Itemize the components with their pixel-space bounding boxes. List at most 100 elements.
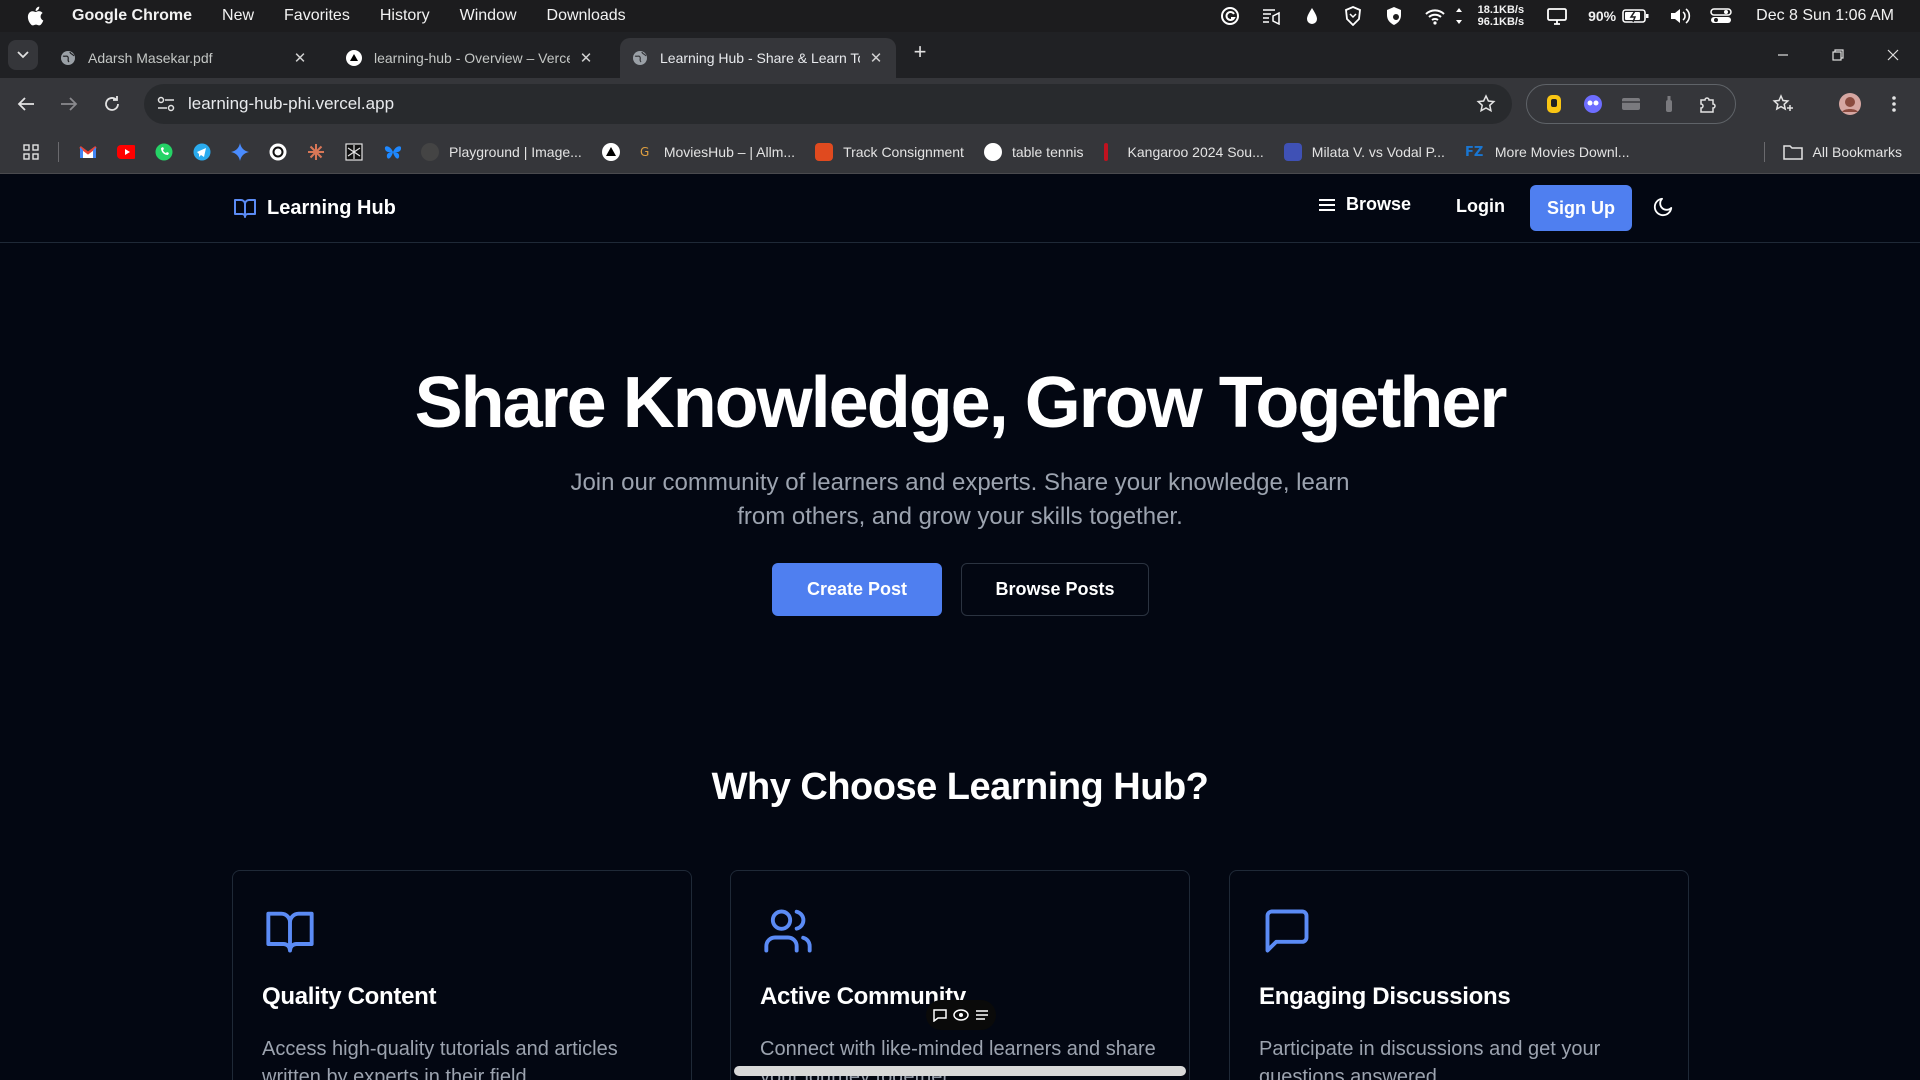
comment-icon[interactable] — [932, 1008, 948, 1022]
tab-learning-hub[interactable]: Learning Hub - Share & Learn Together ✕ — [620, 38, 896, 78]
tab-vercel[interactable]: learning-hub - Overview – Vercel ✕ — [334, 38, 606, 78]
all-bookmarks[interactable]: All Bookmarks — [1763, 130, 1902, 174]
menu-favorites[interactable]: Favorites — [284, 7, 350, 25]
menu-history[interactable]: History — [380, 7, 430, 25]
svg-text:FZ: FZ — [1465, 145, 1483, 159]
bookmark-label: Milata V. vs Vodal P... — [1311, 143, 1445, 160]
control-center-icon[interactable] — [1710, 6, 1732, 26]
close-icon[interactable]: ✕ — [868, 50, 884, 67]
reading-list-icon[interactable] — [1771, 92, 1795, 116]
bookmark-more-movies[interactable]: FZ More Movies Downl... — [1465, 143, 1630, 161]
bookmark-kangaroo[interactable]: Kangaroo 2024 Sou... — [1103, 142, 1264, 161]
bookmark-star-icon[interactable] — [1476, 94, 1496, 114]
create-post-button[interactable]: Create Post — [772, 563, 942, 616]
close-icon[interactable]: ✕ — [578, 50, 594, 67]
eye-icon[interactable] — [953, 1008, 969, 1022]
updown-arrows-icon — [1454, 6, 1464, 26]
floating-toolbar[interactable] — [926, 1000, 996, 1030]
butterfly-icon[interactable] — [383, 143, 401, 161]
brave-icon[interactable] — [1342, 6, 1364, 26]
puzzle-icon[interactable] — [1697, 93, 1719, 115]
movieshub-icon: G — [640, 143, 650, 161]
restore-button[interactable] — [1815, 32, 1861, 78]
list-icon[interactable] — [974, 1008, 990, 1022]
apple-icon[interactable] — [26, 6, 48, 26]
avatar[interactable] — [1838, 92, 1862, 116]
telegram-icon[interactable] — [193, 143, 211, 161]
track-consignment-icon — [815, 142, 834, 161]
menu-app-name[interactable]: Google Chrome — [72, 7, 192, 25]
card-extension-icon[interactable] — [1620, 93, 1642, 115]
hero-title: Share Knowledge, Grow Together — [414, 363, 1508, 443]
milata-icon — [1283, 142, 1302, 161]
close-icon[interactable]: ✕ — [292, 50, 308, 67]
browse-posts-button[interactable]: Browse Posts — [961, 563, 1149, 616]
bookmark-milata[interactable]: Milata V. vs Vodal P... — [1283, 142, 1445, 161]
macos-menubar: Google Chrome New Favorites History Wind… — [0, 0, 1920, 32]
svg-text:G: G — [640, 145, 649, 159]
site-info-icon[interactable] — [156, 96, 176, 112]
kebab-menu-icon[interactable] — [1882, 92, 1906, 116]
claude-icon[interactable] — [307, 143, 325, 161]
cast-icon[interactable] — [1260, 6, 1282, 26]
tab-title: Learning Hub - Share & Learn Together — [660, 50, 860, 66]
wifi-icon[interactable] — [1424, 6, 1446, 26]
menu-downloads[interactable]: Downloads — [547, 7, 626, 25]
perplexity-icon[interactable] — [345, 142, 363, 161]
bookmark-label: Track Consignment — [843, 143, 964, 160]
bookmark-table-tennis[interactable]: table tennis — [983, 142, 1084, 161]
brand-logo[interactable]: Learning Hub — [232, 196, 396, 220]
browse-menu-button[interactable]: Browse — [1318, 194, 1411, 215]
clock[interactable]: Dec 8 Sun 1:06 AM — [1756, 7, 1894, 25]
gemini-icon[interactable] — [231, 142, 249, 161]
menu-window[interactable]: Window — [460, 7, 517, 25]
bookmark-movieshub[interactable]: G MoviesHub – | Allm... — [640, 143, 795, 161]
kangaroo-icon — [1103, 142, 1108, 161]
mask-extension-icon[interactable] — [1582, 93, 1604, 115]
forward-button[interactable] — [57, 92, 81, 116]
feature-description: Participate in discussions and get your … — [1259, 1038, 1601, 1080]
message-square-icon — [1259, 905, 1315, 957]
signup-button[interactable]: Sign Up — [1530, 185, 1632, 231]
tab-pdf[interactable]: Adarsh Masekar.pdf ✕ — [48, 38, 320, 78]
battery-charging-icon[interactable] — [1622, 6, 1650, 26]
new-tab-button[interactable]: + — [910, 41, 930, 63]
horizontal-scrollbar[interactable] — [734, 1066, 1186, 1076]
battery-percent: 90% — [1588, 8, 1617, 24]
bookmark-vercel[interactable] — [601, 142, 620, 161]
menu-new[interactable]: New — [222, 7, 254, 25]
net-up: 18.1KB/s — [1477, 4, 1525, 16]
bottle-extension-icon[interactable] — [1658, 93, 1680, 115]
volume-icon[interactable] — [1669, 6, 1691, 26]
display-icon[interactable] — [1546, 6, 1568, 26]
bookmark-label: Kangaroo 2024 Sou... — [1127, 143, 1264, 160]
reload-button[interactable] — [100, 92, 124, 116]
tab-search-button[interactable] — [8, 40, 38, 70]
minimize-button[interactable] — [1760, 32, 1806, 78]
tab-title: learning-hub - Overview – Vercel — [374, 50, 570, 66]
bookmark-playground[interactable]: Playground | Image... — [421, 142, 582, 161]
fz-icon: FZ — [1465, 143, 1485, 161]
whatsapp-icon[interactable] — [155, 143, 173, 161]
shield-icon[interactable] — [1383, 6, 1405, 26]
bookmark-track-consignment[interactable]: Track Consignment — [815, 142, 964, 161]
grammarly-icon[interactable] — [1219, 6, 1241, 26]
site-header: Learning Hub Browse Login Sign Up — [0, 174, 1920, 243]
chatgpt-icon[interactable] — [269, 143, 287, 161]
apps-grid-icon[interactable] — [22, 143, 40, 161]
moon-icon[interactable] — [1652, 196, 1674, 218]
all-bookmarks-label: All Bookmarks — [1812, 144, 1902, 160]
browse-label: Browse — [1346, 194, 1412, 214]
youtube-icon[interactable] — [117, 143, 135, 161]
login-link[interactable]: Login — [1456, 196, 1505, 217]
bookmark-separator — [1763, 142, 1765, 162]
close-window-button[interactable] — [1870, 32, 1916, 78]
address-bar[interactable]: learning-hub-phi.vercel.app — [144, 84, 1512, 124]
back-button[interactable] — [14, 92, 38, 116]
yellow-extension-icon[interactable] — [1543, 93, 1565, 115]
drop-icon[interactable] — [1301, 6, 1323, 26]
bookmark-label: table tennis — [1011, 143, 1084, 160]
browser-toolbar: learning-hub-phi.vercel.app — [0, 78, 1920, 130]
gmail-icon[interactable] — [79, 143, 97, 161]
url-text[interactable]: learning-hub-phi.vercel.app — [188, 94, 394, 114]
